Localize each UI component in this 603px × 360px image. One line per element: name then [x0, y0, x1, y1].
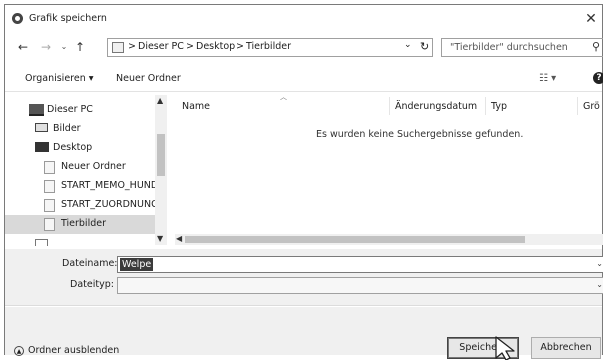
address-dropdown-chevron-icon[interactable]: ⌄	[404, 40, 412, 50]
tree-item-label: Dieser PC	[47, 104, 93, 115]
hide-folders-toggle[interactable]: Ordner ausblenden	[28, 345, 119, 356]
breadcrumb-separator: >	[186, 41, 194, 52]
folder-icon	[44, 199, 55, 212]
filetype-select[interactable]: ⌄	[117, 277, 603, 294]
mouse-pointer-icon	[495, 336, 515, 360]
help-icon[interactable]: ?	[593, 72, 603, 84]
tree-item-label: Neuer Ordner	[61, 161, 126, 172]
close-button[interactable]: ✕	[581, 9, 601, 29]
tree-item-start-memo-hund[interactable]: START_MEMO_HUND	[5, 177, 159, 196]
tree-item-label: START_ZUORDNUNG	[61, 199, 159, 210]
hscrollbar-thumb[interactable]	[185, 236, 525, 243]
filename-value: Welpe	[120, 258, 154, 271]
partial-tree-icon	[35, 239, 48, 246]
filetype-dropdown-chevron-icon[interactable]: ⌄	[596, 280, 603, 289]
tree-item-tierbilder[interactable]: Tierbilder	[5, 215, 157, 234]
tree-item-label: Tierbilder	[61, 218, 106, 229]
sort-ascending-icon: ︿	[280, 93, 287, 101]
column-divider[interactable]	[485, 97, 486, 115]
filename-dropdown-chevron-icon[interactable]: ⌄	[596, 259, 603, 268]
column-header-size[interactable]: Grö	[583, 101, 600, 112]
breadcrumb-separator: >	[128, 41, 136, 52]
search-placeholder: "Tierbilder" durchsuchen	[450, 42, 568, 53]
tree-item-neuer-ordner[interactable]: Neuer Ordner	[5, 158, 157, 177]
column-divider[interactable]	[389, 97, 390, 115]
up-arrow-icon[interactable]: ↑	[72, 37, 88, 57]
folder-icon	[44, 180, 55, 193]
scrollbar-thumb[interactable]	[157, 134, 165, 176]
column-divider[interactable]	[577, 97, 578, 115]
folder-icon	[44, 218, 55, 231]
navigation-pane: Dieser PC Bilder Desktop Neuer Ordner ST…	[5, 95, 163, 246]
scroll-left-icon[interactable]: ◀	[176, 234, 182, 243]
filename-label: Dateiname:	[62, 258, 118, 269]
folder-icon	[112, 42, 124, 53]
computer-icon	[29, 104, 44, 116]
pictures-icon	[35, 123, 48, 132]
breadcrumb-dieser-pc[interactable]: Dieser PC	[138, 41, 184, 52]
new-folder-button[interactable]: Neuer Ordner	[116, 73, 181, 84]
back-arrow-icon[interactable]: ←	[15, 37, 31, 57]
column-header-name[interactable]: Name	[182, 101, 210, 112]
tree-item-label: Desktop	[53, 142, 93, 153]
command-toolbar	[5, 65, 602, 92]
recent-chevron-down-icon[interactable]: ⌄	[58, 37, 70, 57]
organize-button[interactable]: Organisieren ▾	[25, 73, 94, 84]
tree-item-desktop[interactable]: Desktop	[5, 139, 157, 158]
breadcrumb-desktop[interactable]: Desktop	[196, 41, 235, 52]
save-dialog: Grafik speichern ✕ ← → ⌄ ↑ > Dieser PC >…	[4, 4, 603, 359]
tree-item-label: START_MEMO_HUND	[61, 180, 159, 191]
filename-input[interactable]: Welpe ⌄	[117, 256, 603, 273]
empty-results-message: Es wurden keine Suchergebnisse gefunden.	[316, 129, 524, 140]
column-header-type[interactable]: Typ	[491, 101, 507, 112]
tree-item-dieser-pc[interactable]: Dieser PC	[5, 101, 157, 120]
address-bar[interactable]: > Dieser PC > Desktop > Tierbilder ⌄ ↻	[107, 38, 433, 57]
refresh-icon[interactable]: ↻	[420, 40, 429, 53]
cancel-button[interactable]: Abbrechen	[531, 337, 601, 359]
collapse-up-icon[interactable]: ▲	[14, 346, 24, 356]
filetype-label: Dateityp:	[70, 279, 114, 290]
search-input[interactable]: "Tierbilder" durchsuchen ⚲	[441, 38, 603, 57]
scroll-down-icon[interactable]: ▼	[157, 234, 163, 243]
column-header-date[interactable]: Änderungsdatum	[395, 101, 477, 112]
divider	[5, 305, 602, 306]
folder-icon	[44, 161, 55, 174]
app-icon	[12, 13, 23, 24]
forward-arrow-icon[interactable]: →	[38, 37, 54, 57]
window-title: Grafik speichern	[29, 13, 107, 24]
tree-item-bilder[interactable]: Bilder	[5, 120, 157, 139]
tree-item-label: Bilder	[53, 123, 81, 134]
search-icon[interactable]: ⚲	[592, 40, 600, 53]
breadcrumb-separator: >	[236, 41, 244, 52]
scroll-up-icon[interactable]: ▲	[157, 96, 163, 105]
file-list	[171, 95, 603, 245]
desktop-icon	[35, 142, 49, 152]
tree-item-start-zuordnung[interactable]: START_ZUORDNUNG	[5, 196, 159, 215]
breadcrumb-tierbilder[interactable]: Tierbilder	[246, 41, 291, 52]
view-options-icon[interactable]: ☷ ▾	[539, 73, 556, 84]
